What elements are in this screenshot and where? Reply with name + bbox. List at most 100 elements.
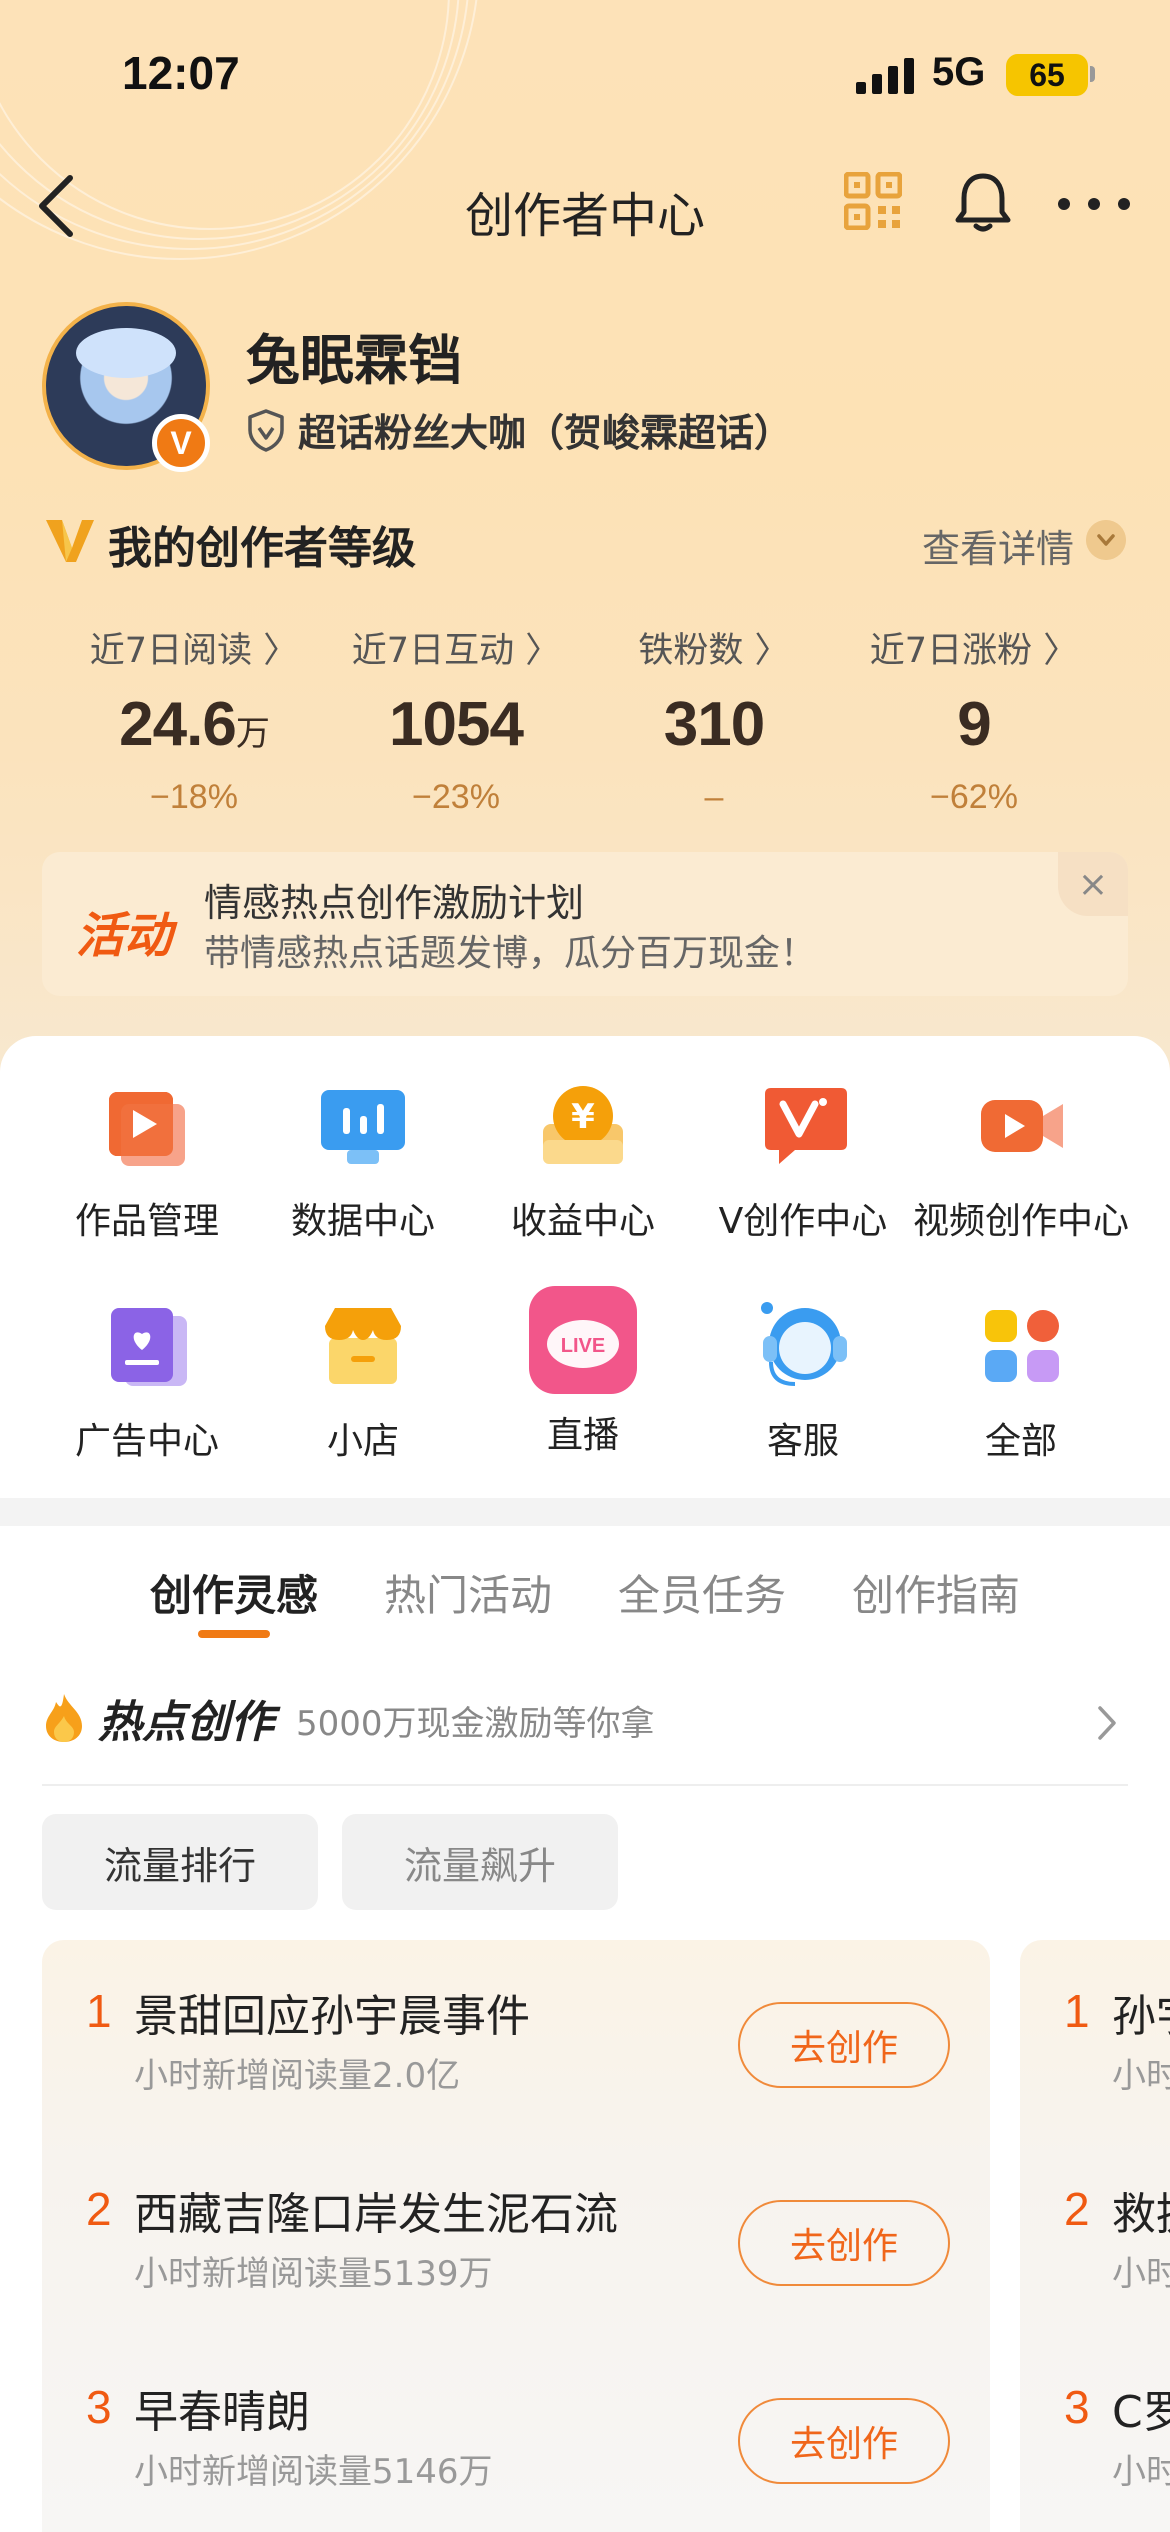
ranking-item[interactable]: 2 西藏吉隆口岸发生泥石流 小时新增阅读量5139万 去创作: [42, 2138, 990, 2298]
tool-works-management[interactable]: 作品管理: [30, 1078, 264, 1244]
rank-title: 孙宇: [1112, 1991, 1170, 2042]
tool-label: 作品管理: [74, 1201, 219, 1242]
stat-number: 9: [957, 690, 991, 759]
tool-label: 广告中心: [74, 1421, 219, 1462]
stat-iron-fans[interactable]: 铁粉数 〉 310 –: [584, 622, 844, 817]
tool-customer-service[interactable]: 客服: [686, 1298, 920, 1464]
create-button[interactable]: 去创作: [738, 2002, 950, 2088]
tool-label: 小店: [326, 1421, 399, 1462]
live-icon-text: LIVE: [561, 1335, 605, 1357]
tool-live[interactable]: LIVE 直播: [466, 1286, 700, 1458]
tool-all[interactable]: 全部: [904, 1298, 1138, 1464]
tool-label: 视频创作中心: [912, 1201, 1129, 1242]
ranking-item[interactable]: 3 C罗 小时: [1020, 2336, 1170, 2496]
tab-hot-activities[interactable]: 热门活动: [384, 1562, 552, 1623]
stat-new-fans[interactable]: 近7日涨粉 〉 9 −62%: [844, 622, 1104, 817]
income-icon: ¥: [543, 1086, 623, 1164]
tool-shop[interactable]: 小店: [246, 1298, 480, 1464]
stat-reads[interactable]: 近7日阅读 〉 24.6万 −18%: [64, 622, 324, 817]
rank-title: 西藏吉隆口岸发生泥石流: [134, 2189, 618, 2240]
ad-icon: [111, 1308, 187, 1386]
tool-income-center[interactable]: ¥ 收益中心: [466, 1078, 700, 1244]
rank-number: 1: [1064, 1985, 1090, 2037]
data-icon: [321, 1090, 405, 1164]
creator-level-title: 我的创作者等级: [108, 523, 416, 574]
works-icon: [109, 1092, 185, 1166]
tool-label: 客服: [766, 1421, 839, 1462]
stat-label: 近7日涨粉 〉: [869, 631, 1079, 671]
chip-traffic-surge[interactable]: 流量飙升: [342, 1814, 618, 1910]
chevron-right-icon[interactable]: [1096, 1704, 1118, 1742]
tool-label: 收益中心: [510, 1201, 655, 1242]
promo-title: 情感热点创作激励计划: [204, 881, 585, 925]
network-label: 5G: [932, 50, 986, 94]
rank-subtitle: 小时: [1112, 2056, 1170, 2096]
verified-badge-icon: V: [152, 414, 210, 472]
all-icon: [985, 1310, 1059, 1382]
creator-level-v-icon: [46, 520, 94, 562]
tab-guide[interactable]: 创作指南: [852, 1562, 1020, 1623]
signal-icon: [856, 58, 914, 94]
hot-creation-subtitle: 5000万现金激励等你拿: [296, 1704, 655, 1744]
stat-number: 310: [663, 690, 765, 759]
stat-interactions[interactable]: 近7日互动 〉 1054 −23%: [326, 622, 586, 817]
tool-video-create-center[interactable]: 视频创作中心: [904, 1078, 1138, 1244]
tab-all-tasks[interactable]: 全员任务: [618, 1562, 786, 1623]
bell-icon[interactable]: [952, 170, 1014, 234]
rank-number: 3: [1064, 2381, 1090, 2433]
rank-subtitle: 小时新增阅读量2.0亿: [134, 2056, 461, 2096]
stat-change: −62%: [930, 778, 1018, 816]
svg-text:¥: ¥: [571, 1097, 595, 1137]
ranking-item[interactable]: 2 救援 小时: [1020, 2138, 1170, 2298]
fan-badge-text: 超话粉丝大咖（贺峻霖超话）: [298, 411, 793, 455]
video-create-icon: [981, 1100, 1063, 1152]
tool-v-create-center[interactable]: V创作中心: [686, 1078, 920, 1244]
battery-level: 65: [1029, 56, 1065, 93]
rank-subtitle: 小时新增阅读量5146万: [134, 2452, 493, 2492]
rank-title: 景甜回应孙宇晨事件: [134, 1991, 530, 2042]
ranking-item[interactable]: 1 景甜回应孙宇晨事件 小时新增阅读量2.0亿 去创作: [42, 1940, 990, 2100]
tool-label: 直播: [546, 1415, 619, 1456]
rank-number: 2: [86, 2183, 112, 2235]
create-button[interactable]: 去创作: [738, 2398, 950, 2484]
tool-label: 全部: [984, 1421, 1057, 1462]
close-icon[interactable]: ×: [1058, 852, 1128, 916]
rank-number: 3: [86, 2381, 112, 2433]
stat-number: 1054: [389, 690, 524, 759]
tab-inspiration[interactable]: 创作灵感: [150, 1562, 318, 1623]
ranking-card-2: 1 孙宇 小时 2 救援 小时 3 C罗 小时: [1020, 1940, 1170, 2532]
username[interactable]: 兔眠霖铛: [246, 316, 462, 395]
tool-data-center[interactable]: 数据中心: [246, 1078, 480, 1244]
stat-number: 24.6: [119, 690, 237, 759]
divider: [42, 1784, 1128, 1786]
rank-title: 早春晴朗: [134, 2387, 310, 2438]
stat-label: 近7日阅读 〉: [89, 631, 299, 671]
ranking-item[interactable]: 3 早春晴朗 小时新增阅读量5146万 去创作: [42, 2336, 990, 2496]
hot-creation-row[interactable]: 热点创作 5000万现金激励等你拿: [42, 1686, 1128, 1756]
ranking-item[interactable]: 1 孙宇 小时: [1020, 1940, 1170, 2100]
stat-change: −18%: [150, 778, 238, 816]
chip-traffic-ranking[interactable]: 流量排行: [42, 1814, 318, 1910]
shop-icon: [325, 1308, 401, 1384]
create-button[interactable]: 去创作: [738, 2200, 950, 2286]
rank-title: 救援: [1112, 2189, 1170, 2240]
tab-active-indicator: [198, 1630, 270, 1638]
more-icon[interactable]: [1056, 194, 1132, 214]
tools-card: 作品管理 数据中心 ¥ 收益中心 V创作中心 视频创作中心 广告中心 小店 LI…: [0, 1036, 1170, 1498]
tool-label: 数据中心: [290, 1201, 435, 1242]
live-icon: LIVE: [529, 1286, 637, 1394]
stat-change: –: [704, 778, 724, 816]
rank-subtitle: 小时新增阅读量5139万: [134, 2254, 493, 2294]
view-details-link[interactable]: 查看详情: [922, 518, 1074, 573]
ranking-card: 1 景甜回应孙宇晨事件 小时新增阅读量2.0亿 去创作 2 西藏吉隆口岸发生泥石…: [42, 1940, 990, 2532]
battery-tip: [1090, 66, 1095, 82]
promo-banner[interactable]: 活动 情感热点创作激励计划 带情感热点话题发博，瓜分百万现金！ ×: [42, 852, 1128, 996]
battery-icon: 65: [1006, 54, 1088, 96]
stat-value: 310: [584, 689, 844, 760]
fan-badge[interactable]: 超话粉丝大咖（贺峻霖超话）: [246, 402, 792, 457]
chevron-down-icon[interactable]: [1086, 520, 1126, 560]
tool-ad-center[interactable]: 广告中心: [30, 1298, 264, 1464]
service-icon: [761, 1302, 847, 1386]
status-time: 12:07: [122, 47, 240, 99]
qr-code-icon[interactable]: [844, 172, 902, 230]
